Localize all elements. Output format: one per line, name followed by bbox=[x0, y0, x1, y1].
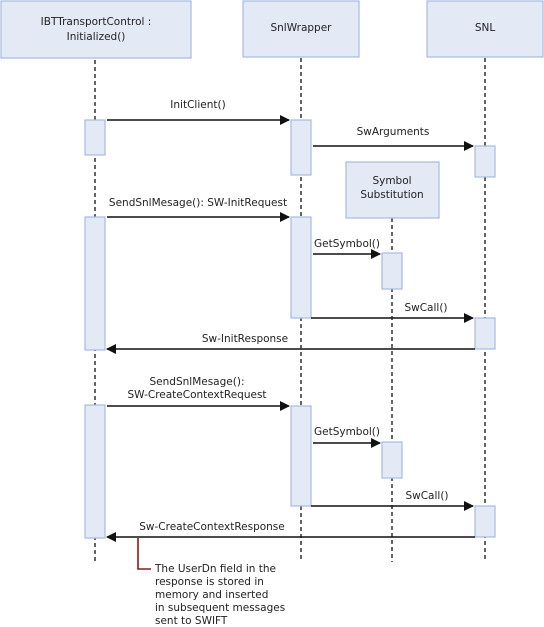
message-getsymbol-1: GetSymbol() bbox=[313, 238, 381, 259]
activation-snlwrapper-1 bbox=[290, 119, 312, 176]
participant-symbol-line2: Substitution bbox=[360, 189, 423, 201]
participant-symbol-line1: Symbol bbox=[372, 175, 411, 187]
participant-snl: SNL bbox=[426, 0, 544, 58]
message-swarguments: SwArguments bbox=[313, 126, 474, 151]
note-line-5: sent to SWIFT bbox=[155, 615, 228, 627]
message-getsymbol-2-label: GetSymbol() bbox=[314, 426, 380, 438]
activation-snlwrapper-3 bbox=[290, 405, 312, 507]
activation-ibt-2 bbox=[84, 216, 106, 351]
message-sendsnl-ctx: SendSnlMesage(): SW-CreateContextRequest bbox=[107, 376, 290, 411]
activation-snl-1 bbox=[474, 145, 496, 178]
message-swarguments-label: SwArguments bbox=[357, 126, 430, 138]
participant-snl-label: SNL bbox=[475, 22, 496, 34]
activation-ibt-1 bbox=[84, 119, 106, 156]
message-initclient-label: InitClient() bbox=[170, 99, 225, 111]
message-ctxresponse: Sw-CreateContextResponse bbox=[106, 521, 475, 542]
message-sendsnl-ctx-line2: SW-CreateContextRequest bbox=[127, 389, 266, 401]
message-swcall-1-label: SwCall() bbox=[404, 302, 447, 314]
activation-snl-3 bbox=[474, 505, 496, 538]
message-getsymbol-2: GetSymbol() bbox=[313, 426, 381, 448]
message-sendsnl-init-label: SendSnlMesage(): SW-InitRequest bbox=[109, 197, 287, 209]
message-swcall-2-label: SwCall() bbox=[405, 490, 448, 502]
participant-snlwrapper: SnlWrapper bbox=[242, 0, 360, 58]
message-initresponse-label: Sw-InitResponse bbox=[202, 333, 288, 345]
note-line-3: memory and inserted bbox=[155, 589, 268, 601]
message-getsymbol-1-label: GetSymbol() bbox=[314, 238, 380, 250]
participant-symbol-substitution: Symbol Substitution bbox=[345, 161, 440, 219]
message-sendsnl-ctx-line1: SendSnlMesage(): bbox=[150, 376, 245, 388]
note-userdn: The UserDn field in the response is stor… bbox=[137, 538, 285, 627]
message-sendsnl-init: SendSnlMesage(): SW-InitRequest bbox=[107, 197, 290, 222]
note-line-4: in subsequent messages bbox=[155, 602, 285, 614]
activation-symbol-2 bbox=[381, 441, 403, 479]
note-connector bbox=[137, 538, 151, 570]
participant-ibt-line2: Initialized() bbox=[67, 31, 126, 43]
note-line-1: The UserDn field in the bbox=[154, 563, 276, 575]
participant-snlwrapper-label: SnlWrapper bbox=[270, 22, 332, 34]
sequence-diagram: IBTTransportControl : Initialized() SnlW… bbox=[0, 0, 544, 627]
participant-ibt-line1: IBTTransportControl : bbox=[41, 16, 152, 28]
activation-ibt-3 bbox=[84, 404, 106, 539]
note-line-2: response is stored in bbox=[155, 576, 264, 588]
activation-symbol-1 bbox=[381, 252, 403, 290]
message-initresponse: Sw-InitResponse bbox=[106, 333, 475, 354]
activation-snlwrapper-2 bbox=[290, 216, 312, 319]
activation-snl-2 bbox=[474, 317, 496, 350]
message-initclient: InitClient() bbox=[107, 99, 290, 125]
participant-ibt: IBTTransportControl : Initialized() bbox=[0, 0, 192, 59]
message-ctxresponse-label: Sw-CreateContextResponse bbox=[139, 521, 285, 533]
